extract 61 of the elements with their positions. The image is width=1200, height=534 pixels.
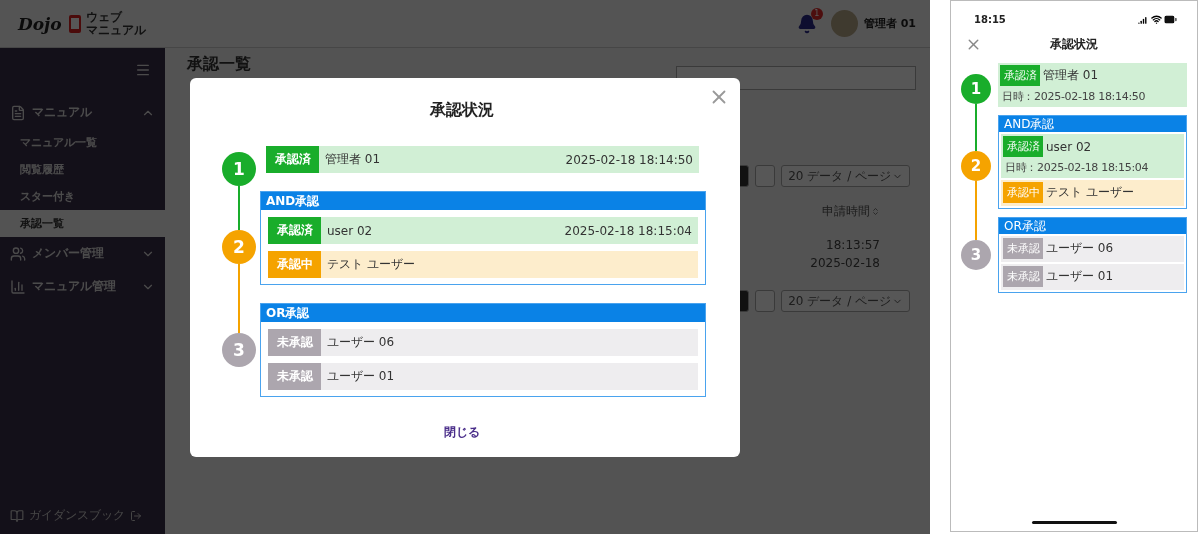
logout-icon[interactable] [130, 509, 142, 522]
step-number: 3 [222, 333, 256, 367]
product-name: ウェブ マニュアル [85, 10, 146, 37]
status-badge: 未承認 [1003, 266, 1043, 287]
modal-title: 承認状況 [430, 100, 494, 121]
group-label: AND承認 [999, 116, 1186, 132]
signal-icon [1138, 14, 1149, 25]
sort-icon[interactable] [871, 207, 880, 216]
logo: Dojo [18, 13, 62, 34]
approver-name: user 02 [1045, 139, 1092, 154]
screen-title: 承認状況 [1050, 36, 1098, 53]
status-badge: 承認済 [1000, 65, 1040, 86]
step-number: 1 [222, 151, 256, 186]
approval-time: 2025-02-18 18:14:50 [565, 151, 694, 169]
step-number: 1 [961, 74, 991, 104]
approver-name: ユーザー 01 [1045, 268, 1114, 285]
step-number: 2 [961, 151, 991, 181]
user-name: 管理者 01 [863, 16, 916, 31]
page-button[interactable] [755, 290, 776, 312]
status-badge: 承認済 [266, 146, 319, 173]
wifi-icon [1151, 14, 1162, 25]
status-badge: 承認中 [1003, 182, 1043, 203]
page-button[interactable] [755, 165, 776, 187]
notification-badge: 1 [810, 7, 823, 20]
sidebar-item[interactable]: 承認一覧 [0, 210, 165, 237]
step-number: 3 [961, 240, 991, 270]
status-badge: 承認中 [268, 251, 321, 278]
status-badge: 承認済 [268, 217, 321, 244]
bell-icon[interactable] [796, 13, 817, 34]
table-cell: 18:13:57 [826, 238, 880, 252]
approver-name: 管理者 01 [1042, 67, 1099, 84]
status-badge: 未承認 [268, 363, 321, 390]
approver-name: 管理者 01 [324, 151, 382, 168]
approval-time: 2025-02-18 18:15:04 [564, 222, 693, 240]
approval-time: 日時：2025-02-18 18:15:04 [1004, 160, 1150, 175]
battery-icon [1164, 13, 1177, 26]
phone-icon [67, 13, 82, 34]
avatar[interactable] [830, 10, 858, 37]
document-icon [10, 104, 26, 121]
approver-name: テスト ユーザー [326, 256, 416, 273]
step-number: 2 [222, 230, 256, 264]
group-label: OR承認 [261, 304, 705, 322]
status-badge: 承認済 [1003, 136, 1043, 157]
approver-name: テスト ユーザー [1045, 184, 1134, 201]
table-cell: 2025-02-18 [810, 256, 880, 270]
book-icon [10, 508, 24, 523]
clock: 18:15 [974, 14, 1006, 25]
bar-chart-icon [10, 278, 26, 295]
approver-name: ユーザー 06 [326, 334, 396, 351]
status-badge: 未承認 [1003, 238, 1043, 259]
approver-name: user 02 [326, 222, 374, 240]
page-title: 承認一覧 [187, 54, 252, 75]
group-label: AND承認 [261, 192, 705, 210]
close-link[interactable]: 閉じる [438, 423, 486, 442]
people-icon [10, 245, 26, 262]
status-badge: 未承認 [268, 329, 321, 356]
approval-time: 日時：2025-02-18 18:14:50 [1001, 89, 1147, 104]
group-label: OR承認 [999, 218, 1186, 234]
approver-name: ユーザー 01 [326, 368, 396, 385]
menu-icon[interactable] [135, 62, 151, 78]
approver-name: ユーザー 06 [1045, 240, 1114, 257]
